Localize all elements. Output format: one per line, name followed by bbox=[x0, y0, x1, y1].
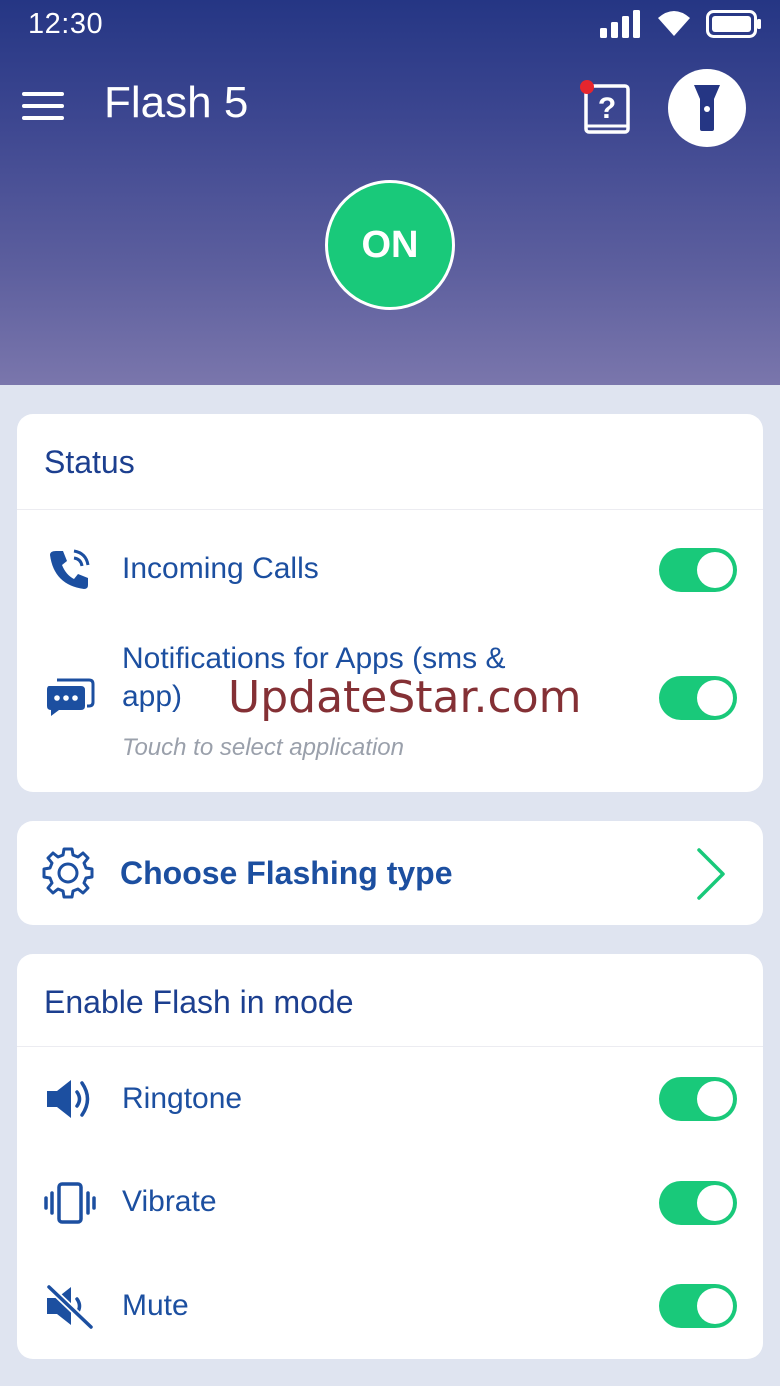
app-title: Flash 5 bbox=[104, 78, 249, 127]
ringtone-label: Ringtone bbox=[122, 1082, 243, 1115]
divider bbox=[17, 509, 763, 510]
flashlight-button[interactable] bbox=[668, 69, 746, 147]
speaker-icon bbox=[43, 1072, 97, 1126]
signal-icon bbox=[600, 10, 640, 38]
notifications-toggle[interactable] bbox=[659, 676, 737, 720]
status-card-title: Status bbox=[44, 444, 135, 480]
choose-flashing-card[interactable]: Choose Flashing type bbox=[17, 821, 763, 925]
notifications-label-line2: app) bbox=[122, 680, 183, 713]
mode-card-title: Enable Flash in mode bbox=[44, 984, 354, 1020]
status-bar: 12:30 bbox=[0, 0, 780, 50]
power-toggle-button[interactable]: ON bbox=[325, 180, 455, 310]
notifications-sublabel[interactable]: Touch to select application bbox=[122, 734, 404, 762]
svg-text:?: ? bbox=[598, 92, 616, 125]
battery-icon bbox=[706, 10, 761, 38]
hamburger-icon bbox=[22, 92, 64, 120]
phone-ring-icon bbox=[43, 542, 97, 596]
chat-icon bbox=[43, 670, 97, 724]
incoming-calls-label: Incoming Calls bbox=[122, 552, 319, 585]
ringtone-toggle[interactable] bbox=[659, 1077, 737, 1121]
vibrate-toggle[interactable] bbox=[659, 1181, 737, 1225]
mute-icon bbox=[43, 1279, 97, 1333]
menu-button[interactable] bbox=[22, 90, 64, 122]
clock: 12:30 bbox=[28, 8, 104, 40]
watermark: UpdateStar.com bbox=[228, 672, 582, 723]
status-card: Status Incoming Calls Notifications for … bbox=[17, 414, 763, 792]
incoming-calls-toggle[interactable] bbox=[659, 548, 737, 592]
gear-icon bbox=[41, 846, 95, 900]
divider bbox=[17, 1046, 763, 1047]
choose-flashing-label: Choose Flashing type bbox=[120, 855, 453, 891]
mute-label: Mute bbox=[122, 1289, 189, 1322]
wifi-icon bbox=[658, 11, 690, 36]
vibrate-label: Vibrate bbox=[122, 1185, 217, 1218]
chevron-right-icon bbox=[697, 848, 725, 900]
flashlight-icon bbox=[694, 85, 720, 131]
vibrate-icon bbox=[43, 1176, 97, 1230]
notification-dot bbox=[580, 80, 594, 94]
mode-card: Enable Flash in mode Ringtone Vibrate Mu… bbox=[17, 954, 763, 1359]
mute-toggle[interactable] bbox=[659, 1284, 737, 1328]
